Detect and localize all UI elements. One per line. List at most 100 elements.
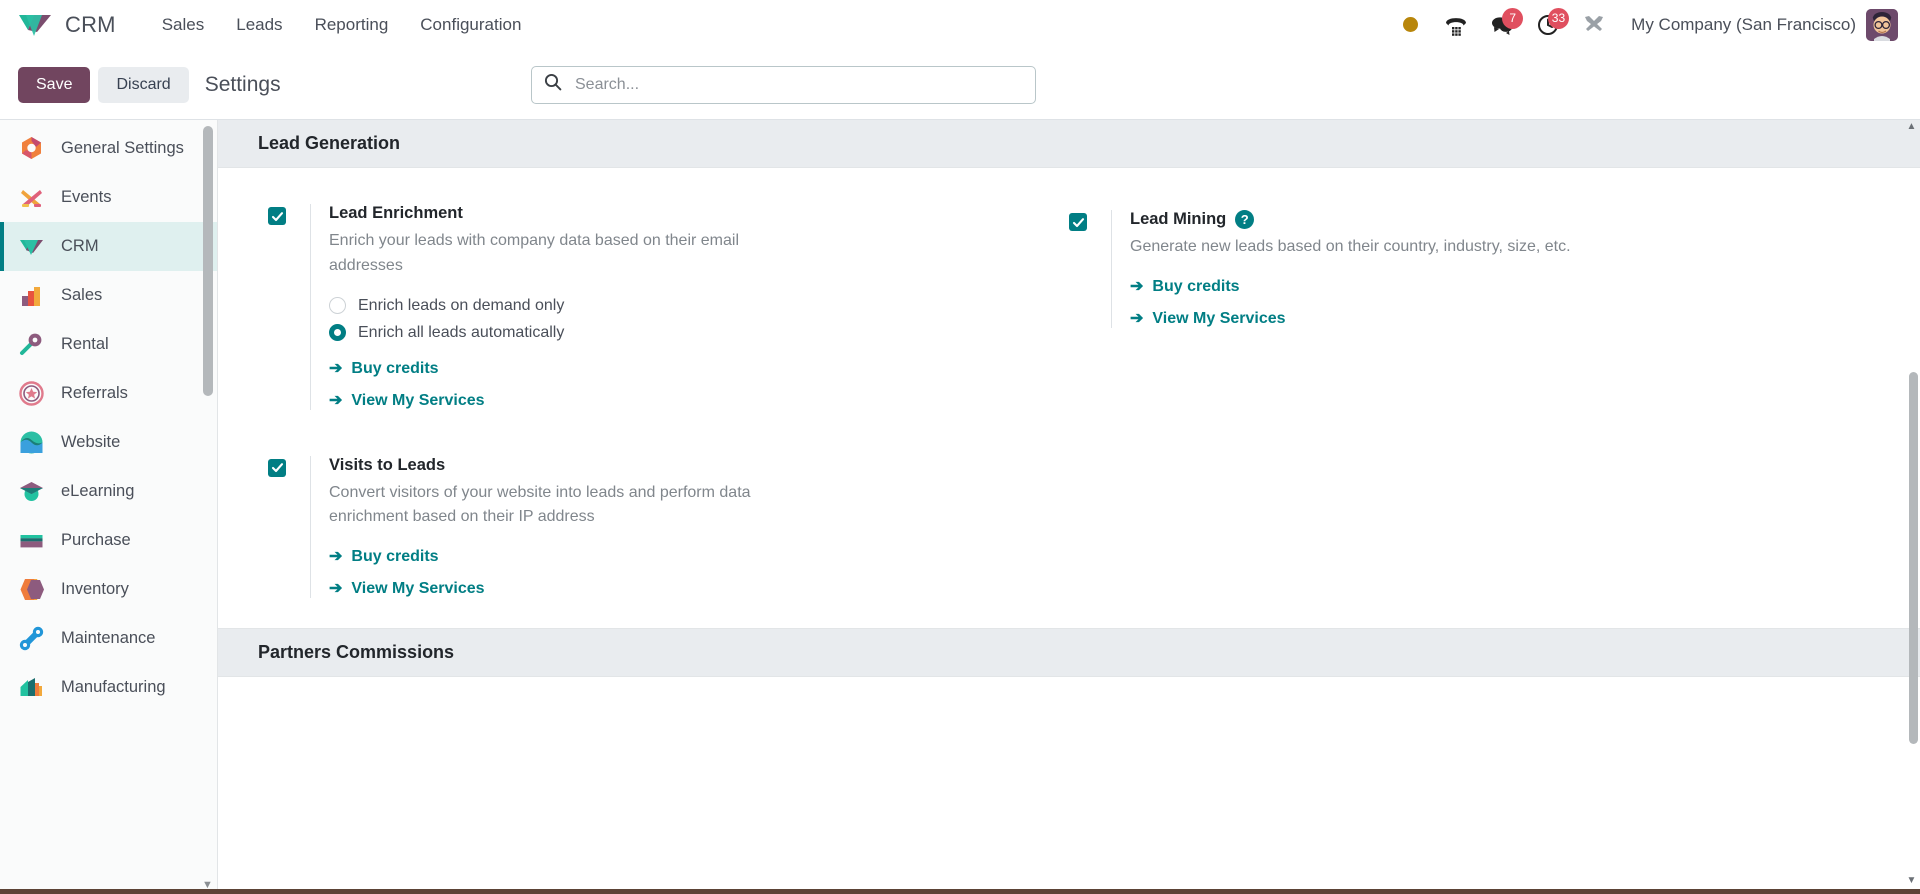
radio-label: Enrich leads on demand only [358,296,565,314]
section-header-lead-generation: Lead Generation [218,120,1920,168]
top-navbar: CRM Sales Leads Reporting Configuration [0,0,1920,50]
arrow-right-icon: ➔ [329,359,343,377]
sidebar-item-label: eLearning [61,482,135,500]
radio-button[interactable] [329,297,346,315]
crm-logo-icon [18,12,52,38]
link-label: View My Services [351,391,485,409]
messages-icon[interactable]: 7 [1479,6,1525,44]
arrow-right-icon: ➔ [329,391,343,409]
setting-lead-enrichment: Lead Enrichment Enrich your leads with c… [268,204,1039,410]
sidebar-item-label: Manufacturing [61,678,166,696]
settings-main: Lead Generation Lead Enrichment Enrich y… [218,120,1920,894]
control-panel: Save Discard Settings [0,50,1920,120]
setting-lead-mining: Lead Mining ? Generate new leads based o… [1069,204,1890,328]
arrow-right-icon: ➔ [1130,277,1144,295]
nav-item-leads[interactable]: Leads [220,9,298,41]
arrow-right-icon: ➔ [1130,309,1144,327]
arrow-right-icon: ➔ [329,548,343,566]
lead-mining-text: Lead Mining ? Generate new leads based o… [1111,210,1890,328]
activities-clock-icon[interactable]: 33 [1525,6,1571,44]
sidebar-item-website[interactable]: Website [0,418,217,467]
navbar-right: 7 33 My Company (San Francisco) [1387,6,1898,44]
events-app-icon [18,184,45,211]
lead-enrichment-checkbox[interactable] [268,207,286,225]
sidebar-item-crm[interactable]: CRM [0,222,217,271]
maintenance-app-icon [18,625,45,652]
crm-app-icon [18,233,45,260]
buy-credits-link[interactable]: ➔ Buy credits [329,548,439,566]
lead-mining-links: ➔ Buy credits ➔ View My Services [1130,278,1890,328]
save-button[interactable]: Save [18,66,91,103]
radio-enrich-on-demand[interactable]: Enrich leads on demand only [329,297,1039,315]
view-my-services-link[interactable]: ➔ View My Services [1130,310,1286,328]
page-title: Settings [204,72,281,96]
lead-enrichment-radio-group: Enrich leads on demand only Enrich all l… [329,297,1039,342]
radio-enrich-automatically[interactable]: Enrich all leads automatically [329,324,1039,342]
view-my-services-link[interactable]: ➔ View My Services [329,392,485,410]
view-my-services-link[interactable]: ➔ View My Services [329,580,485,598]
lead-mining-title: Lead Mining ? [1130,210,1890,229]
inventory-app-icon [18,576,45,603]
radio-label: Enrich all leads automatically [358,323,565,341]
sidebar-scroll-up-arrow[interactable]: ▲ [201,120,214,123]
sidebar-item-inventory[interactable]: Inventory [0,565,217,614]
sidebar-item-elearning[interactable]: eLearning [0,467,217,516]
sidebar-scrollbar[interactable] [203,126,213,396]
main-scroll-down-arrow[interactable]: ▼ [1905,874,1918,888]
sidebar-item-maintenance[interactable]: Maintenance [0,614,217,663]
brand[interactable]: CRM [18,12,116,38]
discard-button[interactable]: Discard [98,66,189,103]
messages-badge: 7 [1502,7,1524,29]
link-label: Buy credits [1152,277,1240,295]
elearning-app-icon [18,478,45,505]
settings-column-right: Lead Mining ? Generate new leads based o… [1069,204,1920,598]
sidebar-item-label: Website [61,433,121,451]
search-input[interactable] [573,74,1023,95]
referrals-app-icon [18,380,45,407]
manufacturing-app-icon [18,674,45,701]
sidebar-item-label: Sales [61,286,103,304]
nav-item-configuration[interactable]: Configuration [404,9,537,41]
activity-dot-icon[interactable] [1387,6,1433,44]
visits-to-leads-text: Visits to Leads Convert visitors of your… [310,455,1039,599]
purchase-app-icon [18,527,45,554]
main-scrollbar-thumb[interactable] [1909,372,1918,744]
sidebar-item-events[interactable]: Events [0,173,217,222]
sidebar-item-sales[interactable]: Sales [0,271,217,320]
sidebar-item-label: Events [61,188,112,206]
buy-credits-link[interactable]: ➔ Buy credits [329,360,439,378]
sidebar-item-label: Rental [61,335,109,353]
lead-mining-description: Generate new leads based on their countr… [1130,238,1571,255]
buy-credits-link[interactable]: ➔ Buy credits [1130,278,1240,296]
settings-app-icon [18,135,45,162]
nav-item-sales[interactable]: Sales [146,9,221,41]
lead-enrichment-links: ➔ Buy credits ➔ View My Services [329,360,1039,410]
user-avatar[interactable] [1866,8,1898,41]
nav-item-reporting[interactable]: Reporting [299,9,405,41]
main-scroll-up-arrow[interactable]: ▲ [1905,120,1918,134]
settings-sidebar: General Settings Events CRM Sales Rental… [0,120,218,894]
settings-column-left: Lead Enrichment Enrich your leads with c… [218,204,1069,599]
sidebar-item-general-settings[interactable]: General Settings [0,124,217,173]
sidebar-item-label: Referrals [61,384,128,402]
search-icon [544,73,562,96]
sidebar-item-referrals[interactable]: Referrals [0,369,217,418]
section-header-partners-commissions: Partners Commissions [218,628,1920,678]
voip-phone-icon[interactable] [1433,6,1479,44]
sidebar-item-manufacturing[interactable]: Manufacturing [0,663,217,712]
search-box[interactable] [531,65,1036,104]
sidebar-item-purchase[interactable]: Purchase [0,516,217,565]
brand-name: CRM [65,11,116,37]
visits-to-leads-checkbox[interactable] [268,458,286,477]
lead-mining-checkbox[interactable] [1069,213,1087,231]
setting-visits-to-leads: Visits to Leads Convert visitors of your… [268,455,1039,599]
link-label: Buy credits [351,548,439,566]
sidebar-item-rental[interactable]: Rental [0,320,217,369]
radio-button[interactable] [329,324,346,342]
help-icon[interactable]: ? [1235,210,1255,229]
sidebar-item-label: Maintenance [61,629,156,647]
developer-tools-icon[interactable] [1571,6,1617,44]
link-label: View My Services [351,580,485,598]
company-switcher[interactable]: My Company (San Francisco) [1631,15,1856,35]
lead-mining-title-label: Lead Mining [1130,210,1227,228]
